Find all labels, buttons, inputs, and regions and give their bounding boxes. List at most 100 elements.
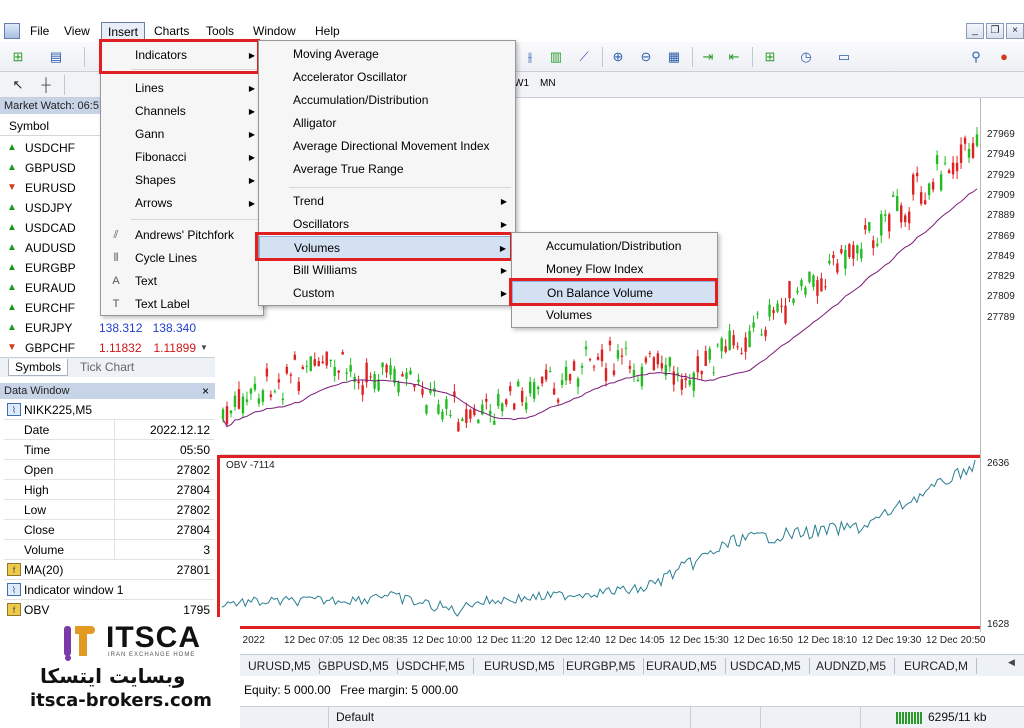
- volumes-menu-item[interactable]: Accumulation/Distribution: [512, 235, 717, 258]
- market-watch-row[interactable]: ▲ EURJPY 138.312 138.340: [4, 318, 214, 338]
- menu-charts[interactable]: Charts: [148, 22, 195, 40]
- data-window-chart-name: ⌇ NIKK225,M5: [4, 400, 214, 420]
- candle-body: [820, 278, 823, 292]
- indicators-highlight-box: [99, 39, 260, 74]
- indicators-icon[interactable]: ⊞: [760, 47, 780, 67]
- candle-body: [349, 365, 352, 372]
- candle-body: [233, 395, 237, 408]
- indicator-category-trend[interactable]: Trend ▶: [259, 190, 515, 213]
- menu-file[interactable]: File: [24, 22, 55, 40]
- scroll-down-icon[interactable]: ▼: [200, 343, 208, 352]
- crosshair-icon[interactable]: ┼: [36, 75, 56, 95]
- app-icon[interactable]: [4, 23, 20, 39]
- chart-tab[interactable]: EURCAD,M: [896, 658, 978, 674]
- chart-tab[interactable]: GBPUSD,M5: [310, 658, 398, 674]
- menu-tools[interactable]: Tools: [200, 22, 240, 40]
- data-window-close-icon[interactable]: ×: [202, 383, 209, 399]
- periods-icon[interactable]: ◷: [796, 47, 816, 67]
- data-key: Date: [24, 423, 50, 437]
- indicator-menu-item[interactable]: Moving Average: [259, 43, 515, 66]
- candle-body: [580, 365, 584, 368]
- new-chart-icon[interactable]: ⊞: [8, 47, 28, 67]
- candle-body: [245, 399, 249, 402]
- restore-icon[interactable]: ❐: [986, 23, 1004, 39]
- insert-menu-item[interactable]: Lines ▶: [101, 77, 263, 100]
- candle-body: [489, 410, 492, 415]
- candlestick-icon[interactable]: ▥: [546, 47, 566, 67]
- account-bar: Equity: 5 000.00 Free margin: 5 000.00: [240, 678, 1024, 702]
- volumes-menu-item[interactable]: Volumes: [512, 304, 717, 327]
- chart-tab[interactable]: USDCHF,M5: [388, 658, 474, 674]
- chart-tab[interactable]: EURGBP,M5: [558, 658, 645, 674]
- templates-icon[interactable]: ▭: [834, 47, 854, 67]
- chart-tab[interactable]: USDCAD,M5: [722, 658, 810, 674]
- insert-menu-item[interactable]: Shapes ▶: [101, 169, 263, 192]
- indicator-menu-item[interactable]: Alligator: [259, 112, 515, 135]
- candle-body: [943, 162, 947, 164]
- bar-chart-icon[interactable]: ⫲: [520, 47, 540, 67]
- zoom-out-icon[interactable]: ⊖: [636, 47, 656, 67]
- function-icon: f: [7, 603, 21, 616]
- period-w1[interactable]: W1: [514, 78, 529, 89]
- autoscroll-icon[interactable]: ⇥: [698, 47, 718, 67]
- insert-menu-item[interactable]: ⦀ Cycle Lines: [101, 247, 263, 270]
- symbol-name: USDJPY: [25, 201, 73, 215]
- time-tick-label: 12 Dec 10:00: [412, 635, 472, 646]
- insert-menu-item[interactable]: Arrows ▶: [101, 192, 263, 215]
- insert-menu-item[interactable]: Gann ▶: [101, 123, 263, 146]
- chart-tab[interactable]: AUDNZD,M5: [808, 658, 896, 674]
- cursor-icon[interactable]: ↖: [8, 75, 28, 95]
- menu-help[interactable]: Help: [309, 22, 346, 40]
- indicator-menu-item[interactable]: Accelerator Oscillator: [259, 66, 515, 89]
- chart-tab[interactable]: EURAUD,M5: [638, 658, 726, 674]
- candle-body: [975, 134, 979, 146]
- time-tick-label: 12 Dec 08:35: [348, 635, 408, 646]
- candle-body: [868, 222, 871, 231]
- menu-view[interactable]: View: [58, 22, 96, 40]
- menu-window[interactable]: Window: [247, 22, 302, 40]
- symbol-name: AUDUSD: [25, 241, 76, 255]
- time-tick-label: 12 Dec 20:50: [926, 635, 986, 646]
- indicator-category-bill-williams[interactable]: Bill Williams ▶: [259, 259, 515, 282]
- data-key: Low: [24, 503, 47, 517]
- obv-menu-highlight-box: [509, 278, 718, 306]
- alerts-icon[interactable]: ●: [994, 47, 1014, 67]
- insert-menu-item[interactable]: A Text: [101, 270, 263, 293]
- candle-body: [931, 182, 935, 190]
- candle-body: [848, 244, 851, 257]
- chart-shift-icon[interactable]: ⇤: [724, 47, 744, 67]
- indicator-menu-item[interactable]: Accumulation/Distribution: [259, 89, 515, 112]
- tab-tick-chart[interactable]: Tick Chart: [74, 359, 140, 376]
- candle-body: [660, 363, 664, 369]
- tile-icon[interactable]: ▦: [664, 47, 684, 67]
- insert-menu-item[interactable]: Channels ▶: [101, 100, 263, 123]
- candle-body: [273, 391, 277, 393]
- chart-tab[interactable]: EURUSD,M5: [476, 658, 564, 674]
- menu-item-label: Trend: [293, 194, 324, 208]
- indicator-menu-item[interactable]: Average True Range: [259, 158, 515, 181]
- line-chart-icon[interactable]: ⟋: [574, 47, 594, 67]
- profiles-icon[interactable]: ▤: [46, 47, 66, 67]
- insert-menu-item[interactable]: ⫽ Andrews' Pitchfork: [101, 224, 263, 247]
- indicator-menu-item[interactable]: Average Directional Movement Index: [259, 135, 515, 158]
- indicator-category-custom[interactable]: Custom ▶: [259, 282, 515, 305]
- candle-body: [716, 344, 719, 346]
- toolbar-separator: [692, 47, 693, 67]
- candle-body: [680, 379, 683, 390]
- close-icon[interactable]: ×: [1006, 23, 1024, 39]
- candle-body: [915, 172, 919, 177]
- insert-menu-item[interactable]: T Text Label: [101, 293, 263, 316]
- candle-body: [880, 214, 883, 236]
- price-tick-label: 27929: [987, 169, 1015, 181]
- insert-menu-item[interactable]: Fibonacci ▶: [101, 146, 263, 169]
- minimize-icon[interactable]: _: [966, 23, 984, 39]
- period-mn[interactable]: MN: [540, 78, 556, 89]
- logo-brand: ITSCA: [106, 621, 201, 654]
- menu-insert[interactable]: Insert: [101, 22, 146, 40]
- tab-symbols[interactable]: Symbols: [8, 359, 69, 376]
- zoom-in-icon[interactable]: ⊕: [608, 47, 628, 67]
- chart-tab[interactable]: URUSD,M5: [240, 658, 320, 674]
- tabs-scroll-left-icon[interactable]: ◀: [1008, 657, 1015, 668]
- search-icon[interactable]: ⚲: [966, 47, 986, 67]
- market-watch-row[interactable]: ▼ GBPCHF 1.11832 1.11899: [4, 338, 214, 358]
